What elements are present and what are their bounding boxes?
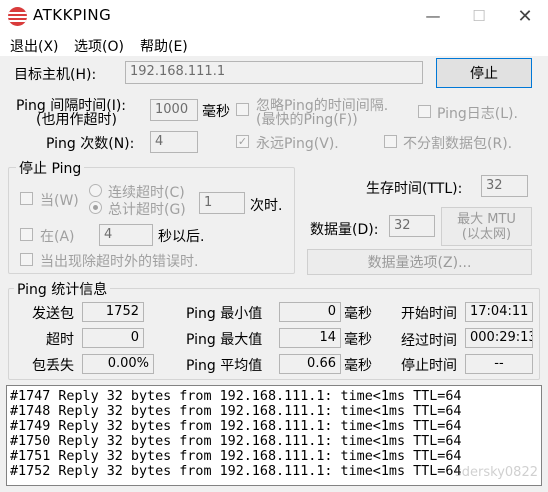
log-line: #1750 Reply 32 bytes from 192.168.111.1:… (10, 434, 462, 449)
stop-on-error-checkbox[interactable] (20, 253, 33, 266)
close-icon[interactable]: ✕ (502, 0, 548, 32)
sent-value: 1752 (82, 302, 144, 322)
ping-log-checkbox[interactable] (418, 105, 431, 118)
menu-help[interactable]: 帮助(E) (140, 36, 188, 56)
app-logo-icon (8, 7, 27, 26)
stop-after-seconds-field[interactable]: 4 (99, 224, 153, 246)
stop-time-value: -- (465, 354, 533, 374)
ignore-interval-checkbox[interactable] (236, 103, 249, 116)
min-label: Ping 最小值 (186, 306, 263, 322)
maximize-icon[interactable]: ☐ (456, 0, 502, 32)
minimize-icon[interactable]: — (410, 0, 456, 32)
interval-unit: 毫秒 (202, 104, 230, 120)
data-size-options-button[interactable]: 数据量选项(Z)... (307, 249, 532, 275)
stop-time-label: 停止时间 (401, 358, 457, 374)
log-line: #1749 Reply 32 bytes from 192.168.111.1:… (10, 419, 462, 434)
times-unit-label: 次时. (250, 198, 283, 214)
min-unit: 毫秒 (344, 306, 372, 322)
ping-forever-checkbox[interactable]: ✓ (236, 135, 249, 148)
stats-group-title: Ping 统计信息 (14, 279, 111, 299)
start-time-value: 17:04:11 (465, 302, 533, 322)
total-timeout-radio[interactable] (89, 201, 102, 214)
no-fragment-checkbox[interactable] (384, 135, 397, 148)
ignore-interval-sub-label: (最快的Ping(F)) (256, 112, 358, 128)
watermark: sdersky0822 (455, 465, 538, 480)
log-line: #1748 Reply 32 bytes from 192.168.111.1:… (10, 404, 462, 419)
total-timeout-label: 总计超时(G) (108, 202, 186, 218)
stop-after-label: 在(A) (40, 229, 75, 245)
stop-ping-group-title: 停止 Ping (16, 158, 85, 178)
timeout-label: 超时 (46, 332, 74, 348)
ttl-field[interactable]: 32 (481, 175, 528, 197)
data-size-label: 数据量(D): (310, 222, 379, 238)
start-time-label: 开始时间 (401, 306, 457, 322)
max-mtu-button[interactable]: 最大 MTU (以太网) (441, 207, 532, 246)
log-line: #1747 Reply 32 bytes from 192.168.111.1:… (10, 389, 462, 404)
stop-when-label: 当(W) (40, 193, 79, 209)
menu-exit[interactable]: 退出(X) (10, 36, 59, 56)
avg-label: Ping 平均值 (186, 358, 263, 374)
sent-label: 发送包 (32, 306, 74, 322)
stop-when-checkbox[interactable] (20, 192, 33, 205)
interval-sub-label: (也用作超时) (36, 112, 117, 128)
ping-log-label: Ping日志(L). (437, 106, 518, 122)
target-host-field[interactable]: 192.168.111.1 (125, 61, 423, 84)
menu-options[interactable]: 选项(O) (74, 36, 124, 56)
timeout-value: 0 (82, 328, 144, 348)
seconds-label: 秒以后. (158, 229, 205, 245)
avg-unit: 毫秒 (344, 358, 372, 374)
loss-label: 包丢失 (32, 358, 74, 374)
max-unit: 毫秒 (344, 332, 372, 348)
max-mtu-sub-label: (以太网) (461, 226, 512, 242)
min-value: 0 (279, 302, 341, 322)
stop-after-checkbox[interactable] (20, 228, 33, 241)
data-size-field[interactable]: 32 (389, 215, 435, 237)
count-label: Ping 次数(N): (46, 136, 135, 152)
max-label: Ping 最大值 (186, 332, 263, 348)
loss-value: 0.00% (82, 354, 154, 374)
no-fragment-label: 不分割数据包(R). (403, 136, 513, 152)
count-field[interactable]: 4 (150, 131, 198, 153)
stop-on-error-label: 当出现除超时外的错误时. (40, 254, 199, 270)
ttl-label: 生存时间(TTL): (366, 181, 463, 197)
consecutive-timeout-radio[interactable] (89, 184, 102, 197)
ping-forever-label: 永远Ping(V). (256, 136, 339, 152)
target-host-label: 目标主机(H): (14, 67, 97, 83)
stop-button[interactable]: 停止 (436, 58, 532, 88)
interval-field[interactable]: 1000 (150, 99, 198, 121)
max-value: 14 (279, 328, 341, 348)
timeout-count-field[interactable]: 1 (199, 192, 245, 214)
elapsed-time-label: 经过时间 (401, 333, 457, 349)
max-mtu-label: 最大 MTU (457, 211, 516, 227)
avg-value: 0.66 (279, 354, 341, 374)
elapsed-time-value: 000:29:13 (465, 328, 533, 348)
log-line: #1751 Reply 32 bytes from 192.168.111.1:… (10, 449, 462, 464)
window-title: ATKKPING (33, 6, 112, 24)
